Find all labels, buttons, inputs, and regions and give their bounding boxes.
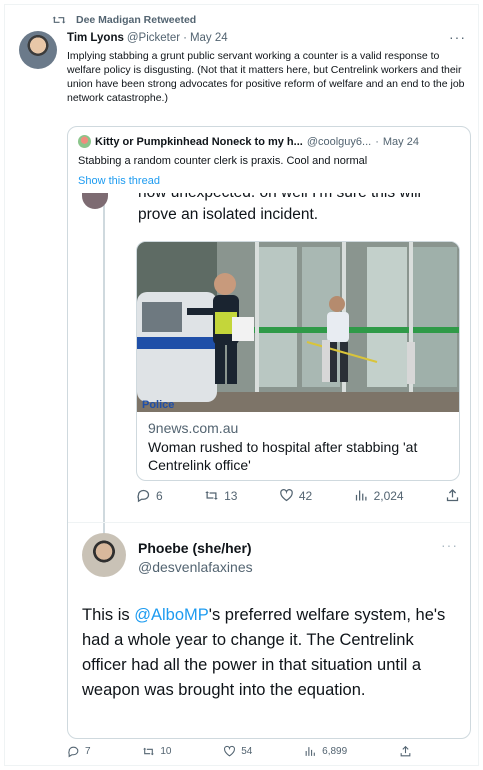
reply-icon [68, 746, 79, 758]
separator: · [375, 135, 379, 148]
view-count: 6,899 [322, 746, 348, 757]
card-domain: 9news.com.au [148, 420, 239, 436]
separator: · [183, 32, 187, 44]
retweet-icon [205, 491, 218, 500]
avatar[interactable] [19, 31, 57, 69]
reply-count: 7 [85, 746, 91, 757]
text-before: This is [82, 606, 135, 624]
chart-icon [355, 490, 367, 501]
like-action: 42 [279, 488, 312, 503]
view-count: 2,024 [373, 488, 404, 503]
quote-author-handle: @coolguy6... [306, 135, 372, 148]
embedded-text: prove an isolated incident. [138, 206, 319, 223]
retweet-icon [143, 747, 155, 756]
author-name: Phoebe (she/her) [138, 540, 252, 556]
author-name[interactable]: Tim Lyons [67, 32, 124, 44]
embedded-actions: 6 13 42 2,024 [136, 488, 460, 503]
heart-icon [224, 745, 236, 757]
heart-icon [280, 489, 293, 502]
views-button[interactable]: 6,899 [304, 745, 347, 758]
quoted-tweet[interactable]: Kitty or Pumpkinhead Noneck to my h... @… [67, 126, 471, 739]
like-count: 42 [298, 488, 313, 503]
show-thread-link[interactable]: Show this thread [78, 175, 160, 187]
quote-header: Kitty or Pumpkinhead Noneck to my h... @… [78, 135, 419, 148]
quote-date: May 24 [382, 135, 419, 148]
share-action [445, 488, 460, 503]
views-action: 2,024 [354, 488, 404, 503]
quote-author-name: Kitty or Pumpkinhead Noneck to my h... [95, 135, 303, 148]
tweet-date[interactable]: May 24 [190, 32, 228, 44]
more-icon[interactable]: ··· [449, 29, 466, 45]
divider [68, 522, 470, 523]
quote-text: Stabbing a random counter clerk is praxi… [78, 155, 368, 167]
like-button[interactable]: 54 [223, 745, 252, 758]
author-handle: @desvenlafaxines [138, 559, 253, 575]
avatar [82, 533, 126, 577]
quote-avatar [78, 135, 91, 148]
mention-link: @AlboMP [134, 606, 209, 624]
police-text: Police [142, 399, 174, 411]
retweet-count: 10 [160, 746, 172, 757]
photo-illustration: Police [137, 242, 459, 412]
share-button[interactable] [399, 745, 412, 758]
thread-line [103, 205, 105, 541]
reply-count: 6 [156, 488, 163, 503]
embedded-tweet-text: This is @AlboMP's preferred welfare syst… [82, 603, 462, 703]
more-icon: ··· [441, 537, 458, 553]
author-handle[interactable]: @Picketer [127, 32, 180, 44]
share-icon [446, 488, 459, 502]
tweet-text: Implying stabbing a grunt public servant… [67, 50, 465, 104]
embedded-screenshot: how unexpected. oh well I'm sure this wi… [68, 193, 470, 738]
retweet-count: 13 [224, 488, 238, 503]
embedded-text-cut: how unexpected. oh well I'm sure this wi… [138, 184, 421, 201]
news-photo: Police [137, 242, 459, 412]
retweet-icon [52, 16, 66, 24]
tweet[interactable]: Dee Madigan Retweeted Tim Lyons @Pickete… [4, 4, 479, 766]
retweet-button[interactable]: 10 [142, 745, 171, 758]
retweet-action: 13 [204, 488, 237, 503]
like-count: 54 [241, 746, 253, 757]
reply-icon [137, 489, 150, 503]
share-icon [400, 745, 411, 757]
retweet-indicator: Dee Madigan Retweeted [52, 14, 196, 26]
tweet-header: Tim Lyons @Picketer · May 24 [67, 32, 228, 44]
reply-button[interactable]: 7 [67, 745, 91, 758]
retweet-label: Dee Madigan Retweeted [76, 14, 197, 26]
card-title: Woman rushed to hospital after stabbing … [148, 439, 418, 473]
chart-icon [305, 747, 315, 756]
link-card: Police 9news.com.au Woman rushed to hosp… [136, 241, 460, 481]
reply-action: 6 [136, 488, 163, 503]
embedded-tweet-text: how unexpected. oh well I'm sure this wi… [138, 193, 458, 226]
tweet-actions: 7 10 54 6,899 [67, 745, 412, 758]
